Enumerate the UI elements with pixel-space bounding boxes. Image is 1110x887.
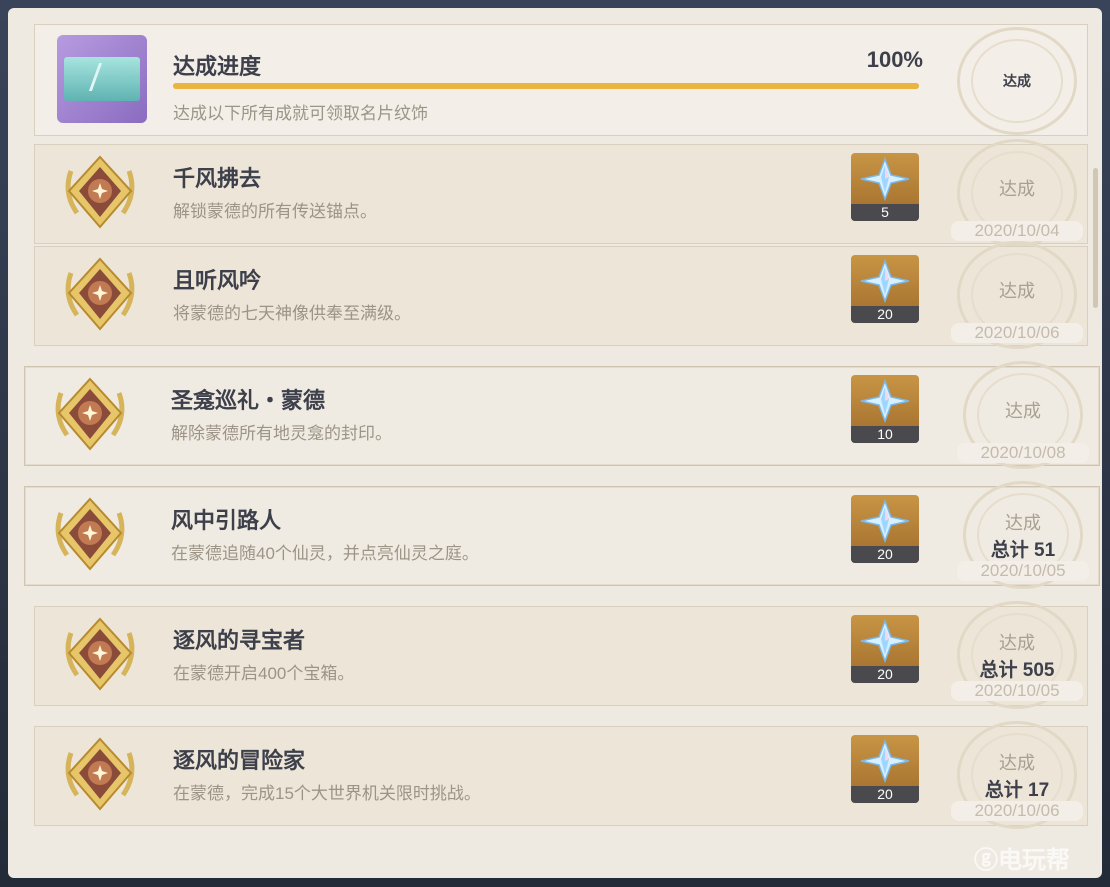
stamp-total: 总计 505: [979, 660, 1055, 681]
stamp-total: 总计 17: [984, 780, 1050, 801]
achievement-description: 解锁蒙德的所有传送锚点。: [173, 202, 377, 221]
completion-date: 2020/10/05: [957, 561, 1089, 581]
stamp-total: 总计 51: [990, 540, 1056, 561]
reward-count: 20: [851, 786, 919, 803]
completion-stamp: 达成 总计 51 2020/10/05: [957, 481, 1089, 589]
achievement-medal-icon: [59, 733, 141, 815]
progress-title: 达成进度: [173, 54, 262, 79]
stamp-label: 达成: [1005, 401, 1041, 421]
achievement-medal-icon: [49, 493, 131, 575]
summary-stamp-label: 达成: [1003, 73, 1031, 89]
reward-item[interactable]: 20: [851, 735, 919, 803]
reward-item[interactable]: 20: [851, 255, 919, 323]
reward-count: 20: [851, 546, 919, 563]
reward-item[interactable]: 5: [851, 153, 919, 221]
achievement-row[interactable]: 风中引路人 在蒙德追随40个仙灵，并点亮仙灵之庭。 20 达成 总计 51 20…: [24, 481, 1100, 589]
watermark: ⓖ电玩帮: [974, 847, 1070, 874]
progress-bar: [173, 83, 919, 89]
reward-count: 5: [851, 204, 919, 221]
achievement-title: 千风拂去: [173, 166, 262, 191]
completion-stamp: 达成 2020/10/08: [957, 361, 1089, 469]
reward-item[interactable]: 20: [851, 495, 919, 563]
achievement-row[interactable]: 逐风的寻宝者 在蒙德开启400个宝箱。 20 达成 总计 505 2020/10…: [34, 601, 1088, 709]
completion-stamp: 达成 总计 17 2020/10/06: [951, 721, 1083, 829]
achievement-title: 逐风的冒险家: [173, 748, 306, 773]
achievement-title: 逐风的寻宝者: [173, 628, 306, 653]
achievement-medal-icon: [59, 253, 141, 335]
progress-summary: 达成进度 100% 达成以下所有成就可领取名片纹饰 达成: [34, 24, 1088, 136]
achievement-title: 圣龛巡礼・蒙德: [171, 388, 326, 413]
progress-percent: 100%: [866, 47, 923, 72]
achievement-description: 将蒙德的七天神像供奉至满级。: [173, 304, 411, 323]
reward-count: 20: [851, 306, 919, 323]
reward-item[interactable]: 20: [851, 615, 919, 683]
achievement-row[interactable]: 圣龛巡礼・蒙德 解除蒙德所有地灵龛的封印。 10 达成 2020/10/08: [24, 361, 1100, 469]
stamp-label: 达成: [1005, 513, 1041, 533]
achievement-panel: 达成进度 100% 达成以下所有成就可领取名片纹饰 达成 千风拂去 解锁蒙德的所…: [8, 8, 1102, 878]
achievement-title: 且听风吟: [173, 268, 262, 293]
achievement-description: 在蒙德，完成15个大世界机关限时挑战。: [173, 784, 481, 803]
achievement-title: 风中引路人: [171, 508, 282, 533]
achievement-medal-icon: [59, 613, 141, 695]
completion-date: 2020/10/04: [951, 221, 1083, 241]
stamp-label: 达成: [999, 633, 1035, 653]
completion-stamp: 达成 总计 505 2020/10/05: [951, 601, 1083, 709]
summary-stamp: 达成: [951, 27, 1083, 135]
namecard-icon: [57, 35, 147, 123]
progress-description: 达成以下所有成就可领取名片纹饰: [173, 104, 428, 123]
scrollbar[interactable]: [1093, 168, 1098, 308]
reward-count: 10: [851, 426, 919, 443]
completion-date: 2020/10/08: [957, 443, 1089, 463]
reward-count: 20: [851, 666, 919, 683]
achievement-row[interactable]: 千风拂去 解锁蒙德的所有传送锚点。 5 达成 2020/10/04: [34, 139, 1088, 247]
reward-item[interactable]: 10: [851, 375, 919, 443]
achievement-medal-icon: [49, 373, 131, 455]
stamp-label: 达成: [999, 753, 1035, 773]
completion-date: 2020/10/05: [951, 681, 1083, 701]
completion-stamp: 达成 2020/10/04: [951, 139, 1083, 247]
achievement-row[interactable]: 逐风的冒险家 在蒙德，完成15个大世界机关限时挑战。 20 达成 总计 17 2…: [34, 721, 1088, 829]
progress-bar-fill: [173, 83, 919, 89]
achievement-description: 在蒙德追随40个仙灵，并点亮仙灵之庭。: [171, 544, 479, 563]
completion-date: 2020/10/06: [951, 323, 1083, 343]
completion-date: 2020/10/06: [951, 801, 1083, 821]
stamp-label: 达成: [999, 179, 1035, 199]
achievement-row[interactable]: 且听风吟 将蒙德的七天神像供奉至满级。 20 达成 2020/10/06: [34, 241, 1088, 349]
achievement-medal-icon: [59, 151, 141, 233]
stamp-label: 达成: [999, 281, 1035, 301]
completion-stamp: 达成 2020/10/06: [951, 241, 1083, 349]
achievement-description: 解除蒙德所有地灵龛的封印。: [171, 424, 392, 443]
achievement-description: 在蒙德开启400个宝箱。: [173, 664, 355, 683]
